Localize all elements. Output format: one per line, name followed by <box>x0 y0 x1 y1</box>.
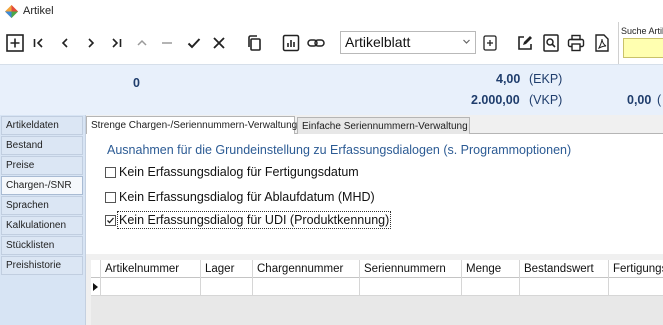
edit-button[interactable] <box>514 30 536 56</box>
next-record-icon <box>88 38 95 48</box>
vkp-label: (VKP) <box>529 93 563 107</box>
column-header-seriennummern[interactable]: Seriennummern <box>359 260 461 278</box>
checkbox-fertigungsdatum[interactable]: Kein Erfassungsdialog für Fertigungsdatu… <box>105 165 359 179</box>
tab-simple-serial[interactable]: Einfache Seriennummern-Verwaltung <box>297 117 470 135</box>
preview-icon <box>543 34 559 52</box>
ekp-value: 4,00 <box>496 72 521 86</box>
tab-strict-batch-serial[interactable]: Strenge Chargen-/Seriennummern-Verwaltun… <box>86 116 297 135</box>
checkbox-label: Kein Erfassungsdialog für Fertigungsdatu… <box>119 165 359 179</box>
grid-header: Artikelnummer Lager Chargennummer Serien… <box>91 260 663 278</box>
nav-item-bestand[interactable]: Bestand <box>1 136 83 155</box>
right-value: 0,00 <box>627 93 652 107</box>
summary-band: 0 4,00 (EKP) 2.000,00 (VKP) 0,00 ( <box>0 64 663 115</box>
add-button[interactable] <box>4 30 26 56</box>
preview-button[interactable] <box>540 30 562 56</box>
edit-icon <box>518 36 532 50</box>
report-select-value: Artikelblatt <box>345 34 411 50</box>
settings-panel: Ausnahmen für die Grundeinstellung zu Er… <box>86 134 663 254</box>
checkbox-udi[interactable]: Kein Erfassungsdialog für UDI (Produktke… <box>105 211 392 229</box>
article-search: Suche Artikel <box>618 22 663 64</box>
window-title: Artikel <box>23 5 54 17</box>
link-icon <box>307 39 325 47</box>
copy-icon <box>248 35 261 51</box>
minus-button[interactable] <box>158 30 176 56</box>
table-row[interactable] <box>91 278 663 296</box>
search-input[interactable] <box>623 38 663 58</box>
column-header-bestandswert[interactable]: Bestandswert <box>519 260 608 278</box>
add-icon <box>6 34 24 52</box>
last-record-icon <box>112 38 122 48</box>
column-header-chargennummer[interactable]: Chargennummer <box>252 260 359 278</box>
add-small-icon <box>483 35 497 51</box>
article-window: Artikel Artikelblatt Suche Arti 0 4,00 (… <box>0 0 663 325</box>
vkp-value: 2.000,00 <box>471 93 520 107</box>
chevron-down-icon <box>463 39 470 44</box>
up-icon <box>137 39 147 46</box>
row-indicator-icon <box>91 278 100 296</box>
right-label: ( <box>657 93 662 107</box>
first-record-button[interactable] <box>30 30 48 56</box>
cell-chargennummer[interactable] <box>252 278 359 296</box>
checkbox-label: Kein Erfassungsdialog für Ablaufdatum (M… <box>119 190 375 204</box>
checkbox-ablaufdatum[interactable]: Kein Erfassungsdialog für Ablaufdatum (M… <box>105 190 375 204</box>
pdf-button[interactable] <box>591 30 613 56</box>
confirm-check-icon <box>187 38 201 49</box>
report-chart-icon <box>282 34 300 52</box>
last-record-button[interactable] <box>107 30 125 56</box>
cell-seriennummern[interactable] <box>359 278 461 296</box>
copy-button[interactable] <box>243 30 265 56</box>
content-area: Strenge Chargen-/Seriennummern-Verwaltun… <box>86 115 663 325</box>
column-header-artikelnummer[interactable]: Artikelnummer <box>100 260 200 278</box>
minus-icon <box>162 42 172 44</box>
checkbox-box[interactable] <box>105 214 116 226</box>
next-record-button[interactable] <box>82 30 100 56</box>
tab-strip: Strenge Chargen-/Seriennummern-Verwaltun… <box>86 115 663 135</box>
cancel-button[interactable] <box>209 30 229 56</box>
print-button[interactable] <box>565 30 587 56</box>
batch-grid: Artikelnummer Lager Chargennummer Serien… <box>91 260 663 325</box>
nav-item-chargen-snr[interactable]: Chargen-/SNR <box>1 176 83 195</box>
checkbox-box[interactable] <box>105 166 116 178</box>
previous-record-button[interactable] <box>56 30 74 56</box>
cell-bestandswert[interactable] <box>519 278 608 296</box>
nav-item-preishistorie[interactable]: Preishistorie <box>1 256 83 275</box>
toolbar: Artikelblatt Suche Artikel <box>0 22 663 64</box>
cell-fertigungs[interactable] <box>608 278 663 296</box>
cell-menge[interactable] <box>461 278 519 296</box>
up-button[interactable] <box>133 30 151 56</box>
confirm-button[interactable] <box>184 30 204 56</box>
first-record-icon <box>33 38 43 48</box>
nav-item-artikeldaten[interactable]: Artikeldaten <box>1 116 83 135</box>
previous-record-icon <box>61 38 68 48</box>
checkmark-icon <box>107 217 114 223</box>
left-nav: Artikeldaten Bestand Preise Chargen-/SNR… <box>0 115 86 325</box>
nav-item-stuecklisten[interactable]: Stücklisten <box>1 236 83 255</box>
nav-item-sprachen[interactable]: Sprachen <box>1 196 83 215</box>
report-select[interactable]: Artikelblatt <box>340 31 476 54</box>
checkbox-label: Kein Erfassungsdialog für UDI (Produktke… <box>116 211 392 229</box>
title-bar: Artikel <box>0 0 663 22</box>
cell-lager[interactable] <box>200 278 252 296</box>
cancel-x-icon <box>213 37 225 49</box>
report-button[interactable] <box>280 30 302 56</box>
ekp-label: (EKP) <box>529 72 563 86</box>
column-header-menge[interactable]: Menge <box>461 260 519 278</box>
nav-item-preise[interactable]: Preise <box>1 156 83 175</box>
stock-value: 0 <box>133 76 140 90</box>
column-header-lager[interactable]: Lager <box>200 260 252 278</box>
panel-heading: Ausnahmen für die Grundeinstellung zu Er… <box>107 143 572 157</box>
cell-artikelnummer[interactable] <box>100 278 200 296</box>
link-button[interactable] <box>305 30 327 56</box>
add-report-button[interactable] <box>481 30 499 56</box>
search-label: Suche Artikel <box>621 26 663 36</box>
nav-item-kalkulationen[interactable]: Kalkulationen <box>1 216 83 235</box>
print-icon <box>567 34 585 52</box>
checkbox-box[interactable] <box>105 191 116 203</box>
app-icon <box>5 4 18 18</box>
column-header-fertigungs[interactable]: Fertigungs <box>608 260 663 278</box>
grid-corner <box>91 260 100 278</box>
pdf-icon <box>595 34 609 52</box>
